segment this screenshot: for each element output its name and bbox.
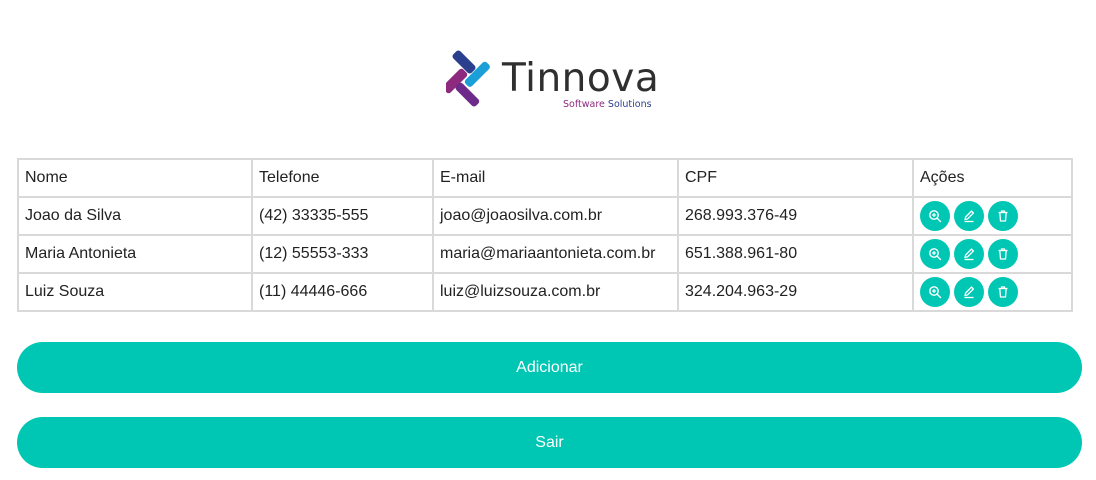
edit-button[interactable] bbox=[954, 239, 984, 269]
view-button[interactable] bbox=[920, 277, 950, 307]
cell-cpf: 651.388.961-80 bbox=[677, 234, 914, 274]
cell-cpf: 268.993.376-49 bbox=[677, 196, 914, 236]
exit-button[interactable]: Sair bbox=[17, 417, 1082, 468]
table-row: Maria Antonieta (12) 55553-333 maria@mar… bbox=[17, 234, 1073, 274]
brand-tagline: Software Solutions bbox=[563, 99, 652, 110]
edit-button[interactable] bbox=[954, 201, 984, 231]
cell-name: Joao da Silva bbox=[17, 196, 253, 236]
view-button[interactable] bbox=[920, 201, 950, 231]
view-button[interactable] bbox=[920, 239, 950, 269]
cell-actions bbox=[912, 272, 1073, 312]
header-email: E-mail bbox=[432, 158, 679, 198]
add-button[interactable]: Adicionar bbox=[17, 342, 1082, 393]
trash-icon bbox=[998, 248, 1008, 260]
header-telefone: Telefone bbox=[251, 158, 434, 198]
cell-email: maria@mariaantonieta.com.br bbox=[432, 234, 679, 274]
pencil-icon bbox=[964, 210, 975, 223]
logo-mark-icon bbox=[446, 50, 490, 107]
delete-button[interactable] bbox=[988, 239, 1018, 269]
cell-name: Luiz Souza bbox=[17, 272, 253, 312]
trash-icon bbox=[998, 210, 1008, 222]
cell-phone: (11) 44446-666 bbox=[251, 272, 434, 312]
delete-button[interactable] bbox=[988, 201, 1018, 231]
zoom-in-icon bbox=[929, 210, 942, 223]
trash-icon bbox=[998, 286, 1008, 298]
zoom-in-icon bbox=[929, 248, 942, 261]
delete-button[interactable] bbox=[988, 277, 1018, 307]
header-acoes: Ações bbox=[912, 158, 1073, 198]
clients-table: Nome Telefone E-mail CPF Ações Joao da S… bbox=[17, 158, 1073, 312]
header-nome: Nome bbox=[17, 158, 253, 198]
table-row: Joao da Silva (42) 33335-555 joao@joaosi… bbox=[17, 196, 1073, 236]
cell-name: Maria Antonieta bbox=[17, 234, 253, 274]
cell-actions bbox=[912, 196, 1073, 236]
brand-logo: Tinnova Software Solutions bbox=[446, 47, 660, 113]
cell-cpf: 324.204.963-29 bbox=[677, 272, 914, 312]
cell-email: luiz@luizsouza.com.br bbox=[432, 272, 679, 312]
cell-email: joao@joaosilva.com.br bbox=[432, 196, 679, 236]
table-row: Luiz Souza (11) 44446-666 luiz@luizsouza… bbox=[17, 272, 1073, 312]
header-cpf: CPF bbox=[677, 158, 914, 198]
cell-phone: (42) 33335-555 bbox=[251, 196, 434, 236]
cell-phone: (12) 55553-333 bbox=[251, 234, 434, 274]
edit-button[interactable] bbox=[954, 277, 984, 307]
zoom-in-icon bbox=[929, 286, 942, 299]
table-header-row: Nome Telefone E-mail CPF Ações bbox=[17, 158, 1073, 198]
pencil-icon bbox=[964, 248, 975, 261]
cell-actions bbox=[912, 234, 1073, 274]
pencil-icon bbox=[964, 286, 975, 299]
brand-name: Tinnova bbox=[502, 56, 660, 101]
